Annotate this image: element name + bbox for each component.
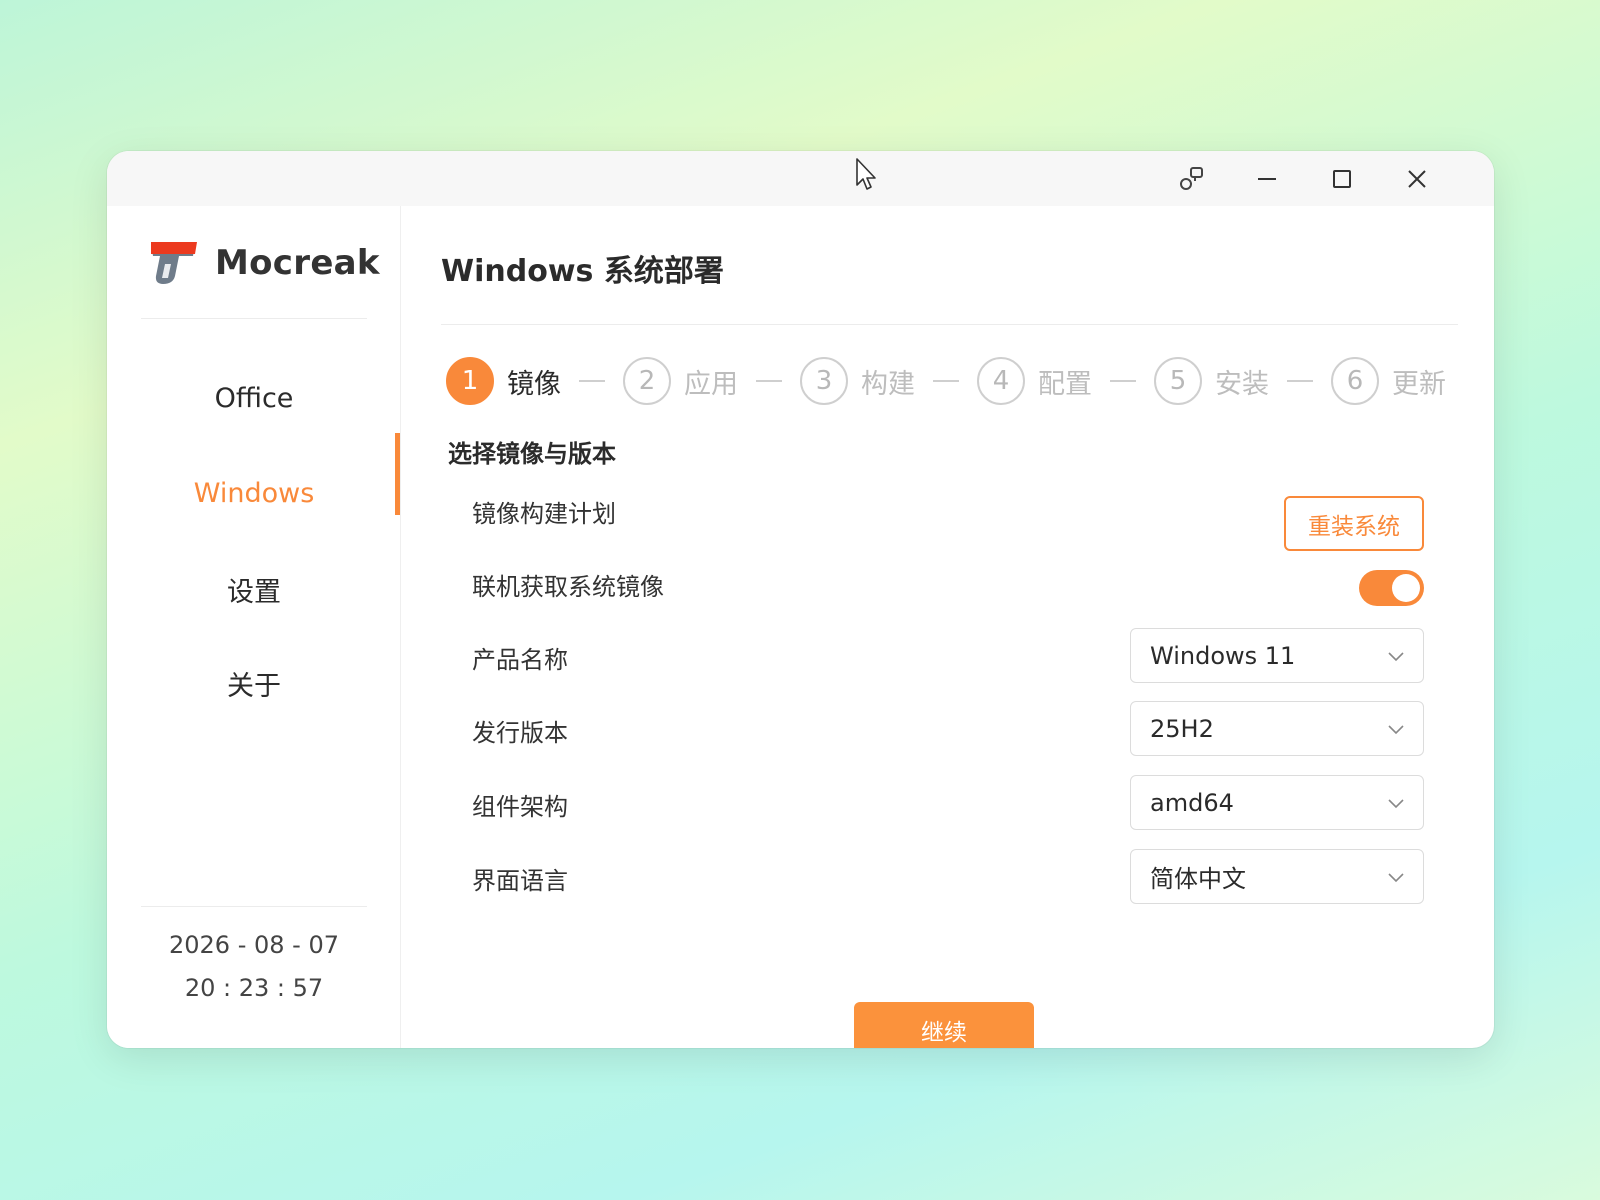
selected-value: amd64 <box>1150 788 1234 817</box>
minimize-icon <box>1258 178 1276 180</box>
step-label: 应用 <box>684 368 738 400</box>
app-window: Mocreak Office Windows 设置 关于 2026 - 08 -… <box>107 151 1494 1048</box>
close-icon <box>1408 170 1426 188</box>
section-title: 选择镜像与版本 <box>448 440 616 468</box>
step-number: 2 <box>623 357 671 405</box>
step-label: 镜像 <box>507 368 561 400</box>
online-image-label: 联机获取系统镜像 <box>472 573 664 601</box>
app-name: Mocreak <box>215 243 380 283</box>
sidebar-item-windows[interactable]: Windows <box>107 463 401 523</box>
ui-language-select[interactable]: 简体中文 <box>1130 849 1424 904</box>
selected-value: 简体中文 <box>1150 865 1246 893</box>
step-number: 5 <box>1154 357 1202 405</box>
reinstall-system-button[interactable]: 重装系统 <box>1284 496 1424 551</box>
selected-value: 25H2 <box>1150 714 1214 743</box>
step-build[interactable]: 3 构建 <box>800 357 915 405</box>
step-separator <box>756 380 782 382</box>
maximize-icon <box>1333 170 1351 188</box>
release-version-label: 发行版本 <box>472 719 568 747</box>
app-logo: Mocreak <box>149 240 380 286</box>
release-version-select[interactable]: 25H2 <box>1130 701 1424 756</box>
sidebar: Mocreak Office Windows 设置 关于 2026 - 08 -… <box>107 206 401 1048</box>
selected-value: Windows 11 <box>1150 641 1296 670</box>
step-separator <box>579 380 605 382</box>
architecture-select[interactable]: amd64 <box>1130 775 1424 830</box>
title-bar[interactable] <box>107 151 1494 206</box>
mouse-cursor-icon <box>856 158 876 190</box>
step-separator <box>1287 380 1313 382</box>
architecture-label: 组件架构 <box>472 793 568 821</box>
product-name-select[interactable]: Windows 11 <box>1130 628 1424 683</box>
chevron-down-icon <box>1388 873 1404 883</box>
page-title: Windows 系统部署 <box>441 254 724 289</box>
step-number: 3 <box>800 357 848 405</box>
step-label: 配置 <box>1038 368 1092 400</box>
ui-language-label: 界面语言 <box>472 867 568 895</box>
title-divider <box>441 324 1458 325</box>
step-number: 6 <box>1331 357 1379 405</box>
step-number: 1 <box>446 357 494 405</box>
current-time: 20 : 23 : 57 <box>184 974 324 1002</box>
product-name-label: 产品名称 <box>472 646 568 674</box>
step-label: 更新 <box>1392 368 1446 400</box>
active-nav-indicator <box>395 433 400 515</box>
toggle-knob <box>1392 574 1420 602</box>
step-apps[interactable]: 2 应用 <box>623 357 738 405</box>
close-button[interactable] <box>1392 159 1442 199</box>
step-config[interactable]: 4 配置 <box>977 357 1092 405</box>
sidebar-item-about[interactable]: 关于 <box>107 653 401 713</box>
build-plan-label: 镜像构建计划 <box>472 500 616 528</box>
current-date: 2026 - 08 - 07 <box>169 931 339 959</box>
sidebar-divider <box>141 906 367 907</box>
sidebar-item-office[interactable]: Office <box>107 368 401 428</box>
step-update[interactable]: 6 更新 <box>1331 357 1446 405</box>
online-image-toggle[interactable] <box>1359 570 1424 606</box>
mocreak-logo-icon <box>151 242 197 284</box>
step-install[interactable]: 5 安装 <box>1154 357 1269 405</box>
continue-button[interactable]: 继续 <box>854 1002 1034 1048</box>
chevron-down-icon <box>1388 725 1404 735</box>
chevron-down-icon <box>1388 652 1404 662</box>
main-panel: Windows 系统部署 1 镜像 2 应用 3 构建 4 配置 5 安装 6 … <box>402 206 1494 1048</box>
maximize-button[interactable] <box>1317 159 1367 199</box>
sidebar-divider <box>141 318 367 319</box>
step-label: 安装 <box>1215 368 1269 400</box>
minimize-button[interactable] <box>1242 159 1292 199</box>
step-separator <box>1110 380 1136 382</box>
step-progress: 1 镜像 2 应用 3 构建 4 配置 5 安装 6 更新 <box>446 356 1446 406</box>
step-label: 构建 <box>861 368 915 400</box>
sidebar-item-settings[interactable]: 设置 <box>107 559 401 619</box>
chevron-down-icon <box>1388 799 1404 809</box>
restore-layout-button[interactable] <box>1167 159 1217 199</box>
step-image[interactable]: 1 镜像 <box>446 357 561 405</box>
step-number: 4 <box>977 357 1025 405</box>
restore-layout-icon <box>1180 167 1203 190</box>
step-separator <box>933 380 959 382</box>
